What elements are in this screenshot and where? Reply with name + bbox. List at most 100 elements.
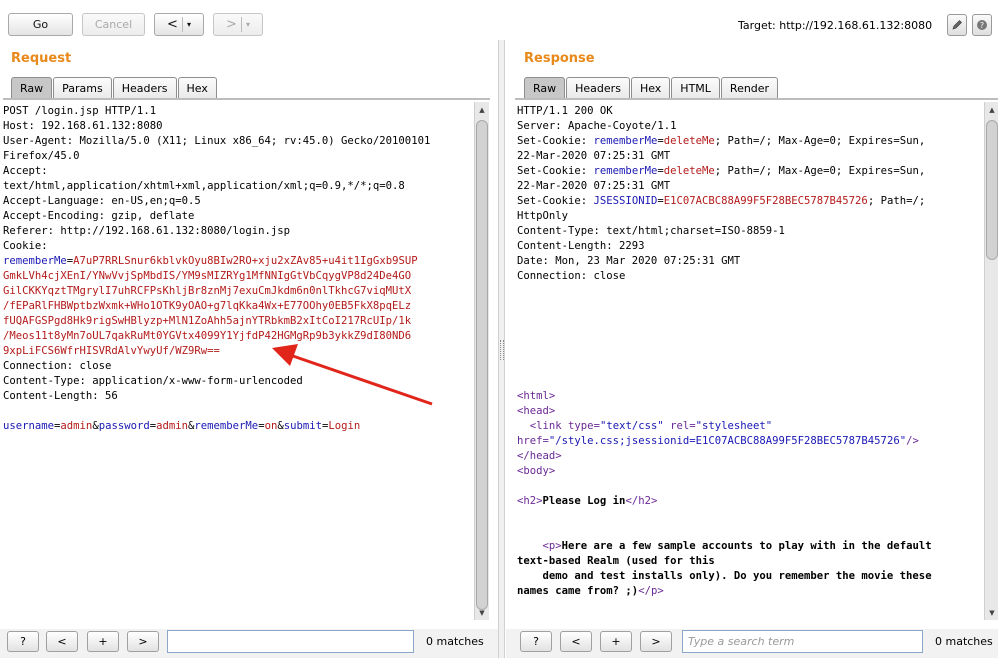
code-token: 22-Mar-2020 07:25:31 GMT (517, 150, 671, 162)
code-token: Cookie: (3, 240, 48, 252)
code-token: JSESSIONID (593, 195, 658, 207)
forward-button[interactable]: > ▾ (213, 13, 263, 36)
tab-render[interactable]: Render (720, 77, 779, 99)
scroll-down-icon[interactable]: ▼ (985, 607, 998, 619)
tab-html[interactable]: HTML (671, 77, 720, 99)
code-line: Referer: http://192.168.61.132:8080/logi… (3, 224, 474, 239)
forward-arrow-icon: > (226, 17, 237, 32)
code-line: /Meos11t8yMn7oUL7qakRuMt0YGVtx4099Y1Yjfd… (3, 329, 474, 344)
code-line: text/html,application/xhtml+xml,applicat… (3, 179, 474, 194)
tab-headers[interactable]: Headers (112, 77, 177, 99)
code-line: 22-Mar-2020 07:25:31 GMT (517, 179, 984, 194)
back-button[interactable]: < ▾ (154, 13, 204, 36)
code-token: Login (328, 420, 361, 432)
scroll-down-icon[interactable]: ▼ (475, 607, 489, 619)
request-panel-title: Request (11, 51, 72, 66)
code-token: text-based Realm (used for this (517, 555, 715, 567)
search-next-button[interactable]: > (127, 631, 159, 652)
code-token: /> (906, 435, 919, 447)
code-token: Accept: (3, 165, 48, 177)
panel-splitter[interactable] (498, 40, 505, 658)
code-token: HTTP/1.1 200 OK (517, 105, 613, 117)
search-next-button[interactable]: > (640, 631, 672, 652)
code-line: Accept-Encoding: gzip, deflate (3, 209, 474, 224)
code-token: GilCKKYqztTMgrylI7uhRCFPsKhljBr8znMj7exu… (3, 285, 412, 297)
code-line: Accept: (3, 164, 474, 179)
code-line: POST /login.jsp HTTP/1.1 (3, 104, 474, 119)
code-token: "stylesheet" (695, 420, 773, 432)
tab-raw[interactable]: Raw (524, 77, 566, 99)
response-match-count: 0 matches (935, 635, 993, 648)
tab-hex[interactable]: Hex (630, 77, 671, 99)
code-token: Referer: http://192.168.61.132:8080/logi… (3, 225, 291, 237)
help-icon[interactable]: ? (972, 14, 992, 36)
scroll-thumb[interactable] (986, 120, 998, 260)
code-token: /fEPaRlFHBWptbzWxmk+WHo1OTK9yOAO+g7lqKka… (3, 300, 412, 312)
code-token: Content-Type: text/html;charset=ISO-8859… (517, 225, 785, 237)
code-line: names came from? ;)</p> (517, 584, 984, 599)
code-token: Accept-Encoding: gzip, deflate (3, 210, 195, 222)
code-line: href="/style.css;jsessionid=E1C07ACBC88A… (517, 434, 984, 449)
request-tabs: Raw Params Headers Hex (11, 77, 218, 99)
request-scrollbar[interactable]: ▲ ▼ (474, 102, 489, 620)
code-token: deleteMe (663, 165, 715, 177)
response-editor[interactable]: HTTP/1.1 200 OK Server: Apache-Coyote/1.1… (514, 102, 984, 628)
code-token: HttpOnly (517, 210, 569, 222)
tab-params[interactable]: Params (53, 77, 112, 99)
code-token: GmkLVh4cjXEnI/YNwVvjSpMbdIS/YM9sMIZRYg1M… (3, 270, 412, 282)
code-line: text-based Realm (used for this (517, 554, 984, 569)
tab-hex[interactable]: Hex (177, 77, 217, 99)
code-token: Here are a few sample accounts to play w… (561, 540, 932, 552)
chevron-down-icon[interactable]: ▾ (183, 20, 195, 29)
search-prev-button[interactable]: < (560, 631, 592, 652)
scroll-up-icon[interactable]: ▲ (985, 104, 998, 116)
code-token: href (517, 435, 543, 447)
code-line: Connection: close (517, 269, 984, 284)
search-help-button[interactable]: ? (7, 631, 39, 652)
code-token: password (98, 420, 150, 432)
code-line: Content-Length: 2293 (517, 239, 984, 254)
code-token: Set-Cookie: (517, 195, 594, 207)
tab-raw[interactable]: Raw (11, 77, 53, 99)
request-search-input[interactable] (167, 630, 414, 653)
code-line: Connection: close (3, 359, 474, 374)
code-line: Set-Cookie: rememberMe=deleteMe; Path=/;… (517, 134, 984, 149)
code-token: rememberMe (194, 420, 259, 432)
go-button[interactable]: Go (8, 13, 73, 36)
code-token: admin (60, 420, 93, 432)
chevron-down-icon[interactable]: ▾ (242, 20, 254, 29)
search-prev-button[interactable]: < (46, 631, 78, 652)
scroll-thumb[interactable] (476, 120, 488, 610)
search-add-button[interactable]: + (600, 631, 632, 652)
tab-headers[interactable]: Headers (566, 77, 630, 99)
search-help-button[interactable]: ? (520, 631, 552, 652)
code-token: /Meos11t8yMn7oUL7qakRuMt0YGVtx4099Y1Yjfd… (3, 330, 412, 342)
request-body: POST /login.jsp HTTP/1.1 Host: 192.168.61… (0, 102, 474, 434)
code-line: Cookie: (3, 239, 474, 254)
response-search-input[interactable] (682, 630, 923, 653)
code-line: Server: Apache-Coyote/1.1 (517, 119, 984, 134)
response-scrollbar[interactable]: ▲ ▼ (984, 102, 998, 620)
code-line: Content-Type: application/x-www-form-url… (3, 374, 474, 389)
code-token: admin (156, 420, 189, 432)
pencil-icon[interactable] (947, 14, 967, 36)
splitter-grip[interactable] (500, 340, 504, 360)
code-line: 9xpLiFCS6WfrHISVRdAlvYwyUf/WZ9Rw== (3, 344, 474, 359)
code-line: <p>Here are a few sample accounts to pla… (517, 539, 984, 554)
code-token: Connection: close (517, 270, 626, 282)
cancel-button[interactable]: Cancel (82, 13, 145, 36)
code-token: rel (663, 420, 690, 432)
request-editor[interactable]: POST /login.jsp HTTP/1.1 Host: 192.168.61… (0, 102, 474, 628)
code-token: on (264, 420, 278, 432)
scroll-up-icon[interactable]: ▲ (475, 104, 489, 116)
search-add-button[interactable]: + (87, 631, 119, 652)
